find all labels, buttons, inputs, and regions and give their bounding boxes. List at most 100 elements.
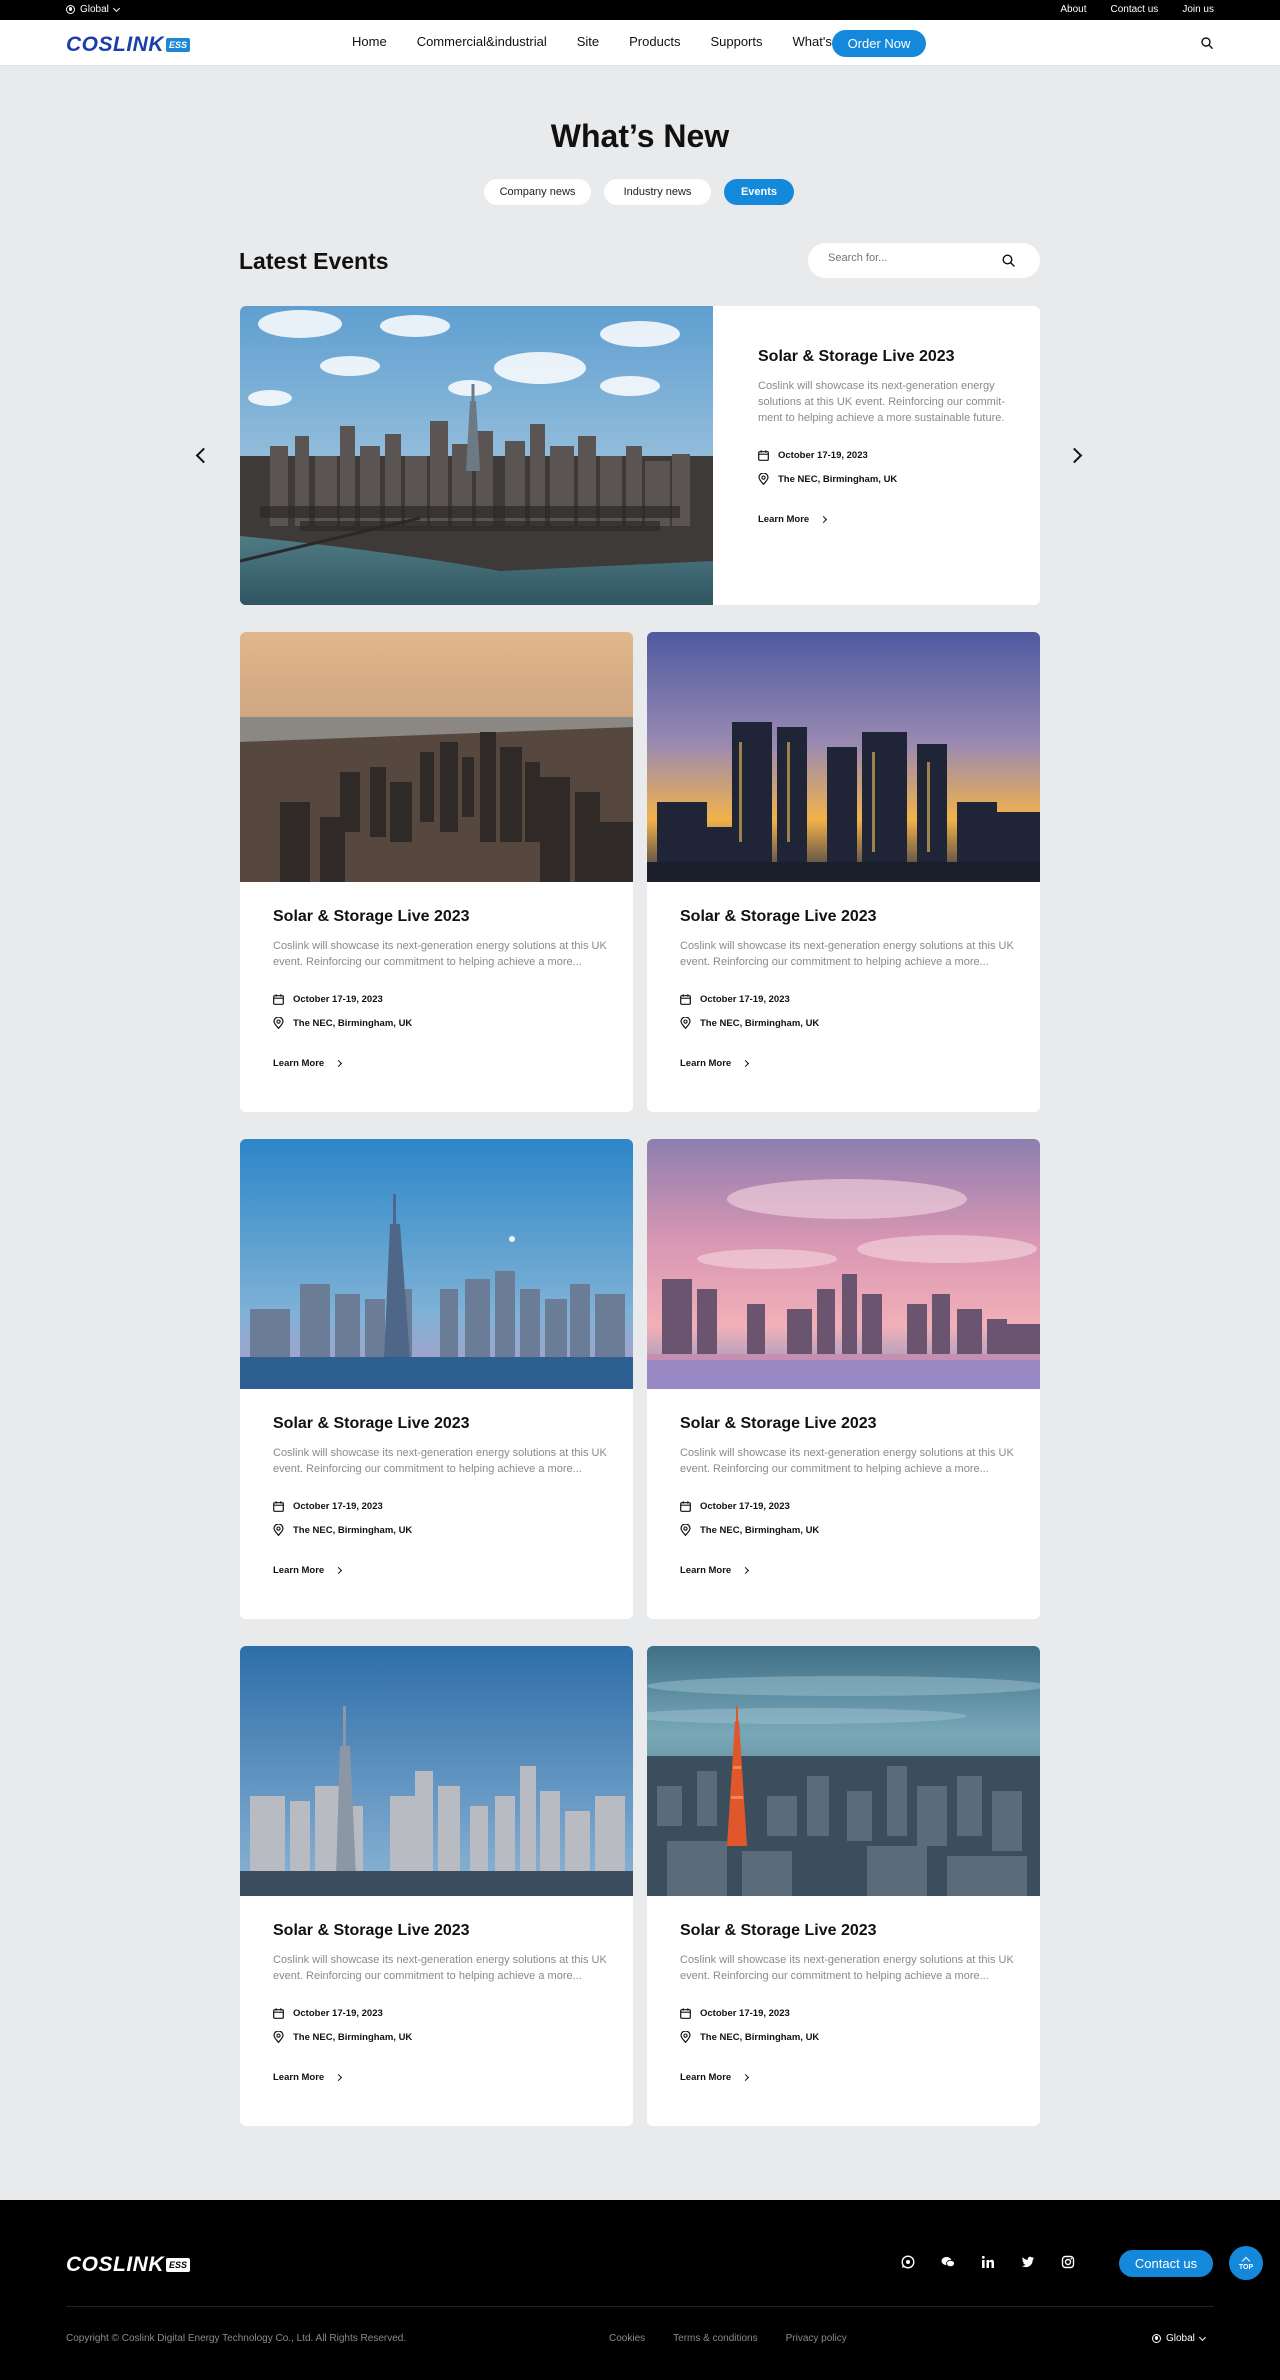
event-location-text: The NEC, Birmingham, UK bbox=[700, 1017, 820, 1029]
event-description: Coslink will showcase its next-generatio… bbox=[273, 940, 607, 968]
legal-link-terms[interactable]: Terms & conditions bbox=[673, 2333, 757, 2344]
search-icon[interactable] bbox=[1201, 37, 1213, 49]
event-title[interactable]: Solar & Storage Live 2023 bbox=[680, 1415, 1015, 1433]
nav-item-products[interactable]: Products bbox=[629, 33, 680, 51]
event-image bbox=[647, 1646, 1040, 1896]
learn-more-link[interactable]: Learn More bbox=[680, 2072, 1015, 2083]
utility-links: About Contact us Join us bbox=[1060, 4, 1214, 15]
event-card-body: Solar & Storage Live 2023 Coslink will s… bbox=[680, 1415, 1015, 1576]
utility-link-contact[interactable]: Contact us bbox=[1111, 4, 1159, 15]
event-card[interactable]: Solar & Storage Live 2023 Coslink will s… bbox=[647, 1139, 1040, 1619]
nav-item-commercial-industrial[interactable]: Commercial&industrial bbox=[417, 33, 547, 51]
chevron-right-icon bbox=[335, 2073, 343, 2082]
calendar-icon bbox=[758, 449, 769, 461]
event-title[interactable]: Solar & Storage Live 2023 bbox=[758, 348, 1008, 366]
nav-item-site[interactable]: Site bbox=[577, 33, 599, 51]
calendar-icon bbox=[273, 993, 284, 1005]
learn-more-label: Learn More bbox=[273, 2072, 325, 2083]
event-description: Coslink will showcase its next-generatio… bbox=[680, 1447, 1014, 1475]
search-input[interactable] bbox=[828, 252, 998, 264]
region-selector[interactable]: Global bbox=[66, 4, 120, 15]
instagram-icon[interactable] bbox=[1061, 2255, 1075, 2269]
utility-link-join[interactable]: Join us bbox=[1182, 4, 1214, 15]
back-to-top-button[interactable]: TOP bbox=[1229, 2246, 1263, 2280]
event-date: October 17-19, 2023 bbox=[680, 992, 1015, 1006]
tab-company-news[interactable]: Company news bbox=[484, 179, 591, 205]
globe-icon bbox=[66, 5, 75, 14]
top-utility-bar: Global About Contact us Join us bbox=[0, 0, 1280, 20]
event-card[interactable]: Solar & Storage Live 2023 Coslink will s… bbox=[647, 632, 1040, 1112]
event-image bbox=[240, 632, 633, 882]
chevron-right-icon bbox=[742, 1059, 750, 1068]
learn-more-link[interactable]: Learn More bbox=[680, 1565, 1015, 1576]
nav-item-home[interactable]: Home bbox=[352, 33, 387, 51]
event-card-body: Solar & Storage Live 2023 Coslink will s… bbox=[273, 1922, 608, 2083]
event-date-text: October 17-19, 2023 bbox=[293, 1500, 383, 1512]
location-pin-icon bbox=[680, 1017, 691, 1029]
location-pin-icon bbox=[273, 1524, 284, 1536]
main-header: COSLINK ESS Home Commercial&industrial S… bbox=[0, 20, 1280, 66]
twitter-icon[interactable] bbox=[1021, 2255, 1035, 2269]
whatsapp-icon[interactable] bbox=[901, 2255, 915, 2269]
event-title[interactable]: Solar & Storage Live 2023 bbox=[273, 1922, 608, 1940]
event-card-body: Solar & Storage Live 2023 Coslink will s… bbox=[680, 908, 1015, 1069]
legal-link-cookies[interactable]: Cookies bbox=[609, 2333, 645, 2344]
learn-more-link[interactable]: Learn More bbox=[758, 514, 1008, 525]
wechat-icon[interactable] bbox=[941, 2255, 955, 2269]
tab-events[interactable]: Events bbox=[724, 179, 794, 205]
event-card-body: Solar & Storage Live 2023 Coslink will s… bbox=[273, 908, 608, 1069]
featured-event-card[interactable]: Solar & Storage Live 2023 Coslink will s… bbox=[240, 306, 1040, 605]
nav-item-supports[interactable]: Supports bbox=[710, 33, 762, 51]
section-title: Latest Events bbox=[239, 248, 389, 274]
location-pin-icon bbox=[273, 1017, 284, 1029]
event-card[interactable]: Solar & Storage Live 2023 Coslink will s… bbox=[240, 1646, 633, 2126]
chevron-right-icon bbox=[335, 1059, 343, 1068]
event-date: October 17-19, 2023 bbox=[680, 1499, 1015, 1513]
linkedin-icon[interactable] bbox=[981, 2255, 995, 2269]
globe-icon bbox=[1152, 2334, 1161, 2343]
event-image bbox=[240, 306, 713, 605]
tab-industry-news[interactable]: Industry news bbox=[604, 179, 711, 205]
contact-us-button[interactable]: Contact us bbox=[1119, 2250, 1213, 2277]
event-location-text: The NEC, Birmingham, UK bbox=[700, 1524, 820, 1536]
footer-region-selector[interactable]: Global bbox=[1152, 2333, 1206, 2344]
learn-more-link[interactable]: Learn More bbox=[680, 1058, 1015, 1069]
footer: COSLINK ESS Contact us TOP Copyright © C… bbox=[0, 2200, 1280, 2380]
learn-more-link[interactable]: Learn More bbox=[273, 2072, 608, 2083]
event-card[interactable]: Solar & Storage Live 2023 Coslink will s… bbox=[240, 1139, 633, 1619]
event-date: October 17-19, 2023 bbox=[273, 2006, 608, 2020]
chevron-down-icon bbox=[112, 4, 120, 12]
event-title[interactable]: Solar & Storage Live 2023 bbox=[273, 1415, 608, 1433]
carousel-next-button[interactable] bbox=[1064, 443, 1088, 467]
logo-badge: ESS bbox=[166, 2258, 191, 2272]
utility-link-about[interactable]: About bbox=[1060, 4, 1086, 15]
chevron-right-icon bbox=[742, 1566, 750, 1575]
event-location-text: The NEC, Birmingham, UK bbox=[778, 473, 898, 485]
learn-more-link[interactable]: Learn More bbox=[273, 1565, 608, 1576]
event-card[interactable]: Solar & Storage Live 2023 Coslink will s… bbox=[647, 1646, 1040, 2126]
event-description: Coslink will showcase its next-generatio… bbox=[273, 1447, 607, 1475]
calendar-icon bbox=[273, 1500, 284, 1512]
event-title[interactable]: Solar & Storage Live 2023 bbox=[680, 908, 1015, 926]
event-image bbox=[240, 1139, 633, 1389]
logo-text: COSLINK bbox=[66, 33, 164, 56]
search-icon[interactable] bbox=[1002, 254, 1015, 267]
carousel-prev-button[interactable] bbox=[189, 443, 213, 467]
event-title[interactable]: Solar & Storage Live 2023 bbox=[680, 1922, 1015, 1940]
search-box bbox=[808, 243, 1040, 278]
legal-link-privacy[interactable]: Privacy policy bbox=[786, 2333, 847, 2344]
learn-more-link[interactable]: Learn More bbox=[273, 1058, 608, 1069]
chevron-left-icon bbox=[195, 447, 211, 463]
page-title: What’s New bbox=[550, 118, 730, 154]
order-now-button[interactable]: Order Now bbox=[832, 30, 926, 57]
main-nav: Home Commercial&industrial Site Products… bbox=[352, 33, 859, 51]
event-date-text: October 17-19, 2023 bbox=[778, 449, 868, 461]
event-description: Coslink will showcase its next-generatio… bbox=[758, 380, 1005, 424]
learn-more-label: Learn More bbox=[273, 1565, 325, 1576]
event-date: October 17-19, 2023 bbox=[758, 448, 1008, 462]
footer-logo[interactable]: COSLINK ESS bbox=[66, 2253, 191, 2277]
learn-more-label: Learn More bbox=[758, 514, 810, 525]
logo[interactable]: COSLINK ESS bbox=[66, 33, 191, 57]
event-title[interactable]: Solar & Storage Live 2023 bbox=[273, 908, 608, 926]
event-card[interactable]: Solar & Storage Live 2023 Coslink will s… bbox=[240, 632, 633, 1112]
